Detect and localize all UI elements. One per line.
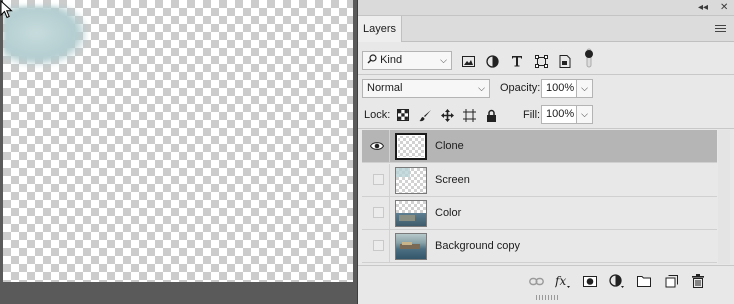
hidden-visibility-box — [373, 240, 384, 251]
panel-tab-bar: Layers — [358, 16, 734, 42]
blend-mode-value: Normal — [367, 82, 403, 94]
blend-mode-select[interactable]: Normal ⌵ — [362, 79, 490, 98]
arrow-cursor-icon — [0, 0, 13, 19]
create-new-layer-icon[interactable] — [663, 273, 679, 289]
layer-thumbnail[interactable] — [395, 133, 427, 160]
chevron-down-icon: ⌵ — [440, 55, 447, 65]
divider — [358, 74, 734, 75]
delete-layer-icon[interactable] — [690, 273, 706, 289]
layers-footer-toolbar: fx — [358, 265, 734, 294]
lock-image-pixels-icon[interactable] — [417, 107, 433, 123]
close-panel-icon[interactable]: ✕ — [720, 1, 728, 15]
layer-thumbnail[interactable] — [395, 233, 427, 260]
link-layers-icon[interactable] — [528, 273, 544, 289]
divider — [358, 128, 734, 129]
layers-panel: ◂◂ ✕ Layers Kind ⌵ Normal ⌵ Opacity: 100… — [357, 0, 734, 304]
lock-transparent-pixels-icon[interactable] — [395, 107, 411, 123]
hidden-visibility-box — [373, 174, 384, 185]
layer-thumbnail[interactable] — [395, 167, 427, 194]
eye-icon — [370, 142, 384, 150]
fill-input[interactable]: 100% — [541, 105, 577, 124]
document-canvas[interactable] — [3, 0, 353, 282]
search-icon — [367, 54, 377, 64]
layer-row-screen[interactable]: Screen — [362, 164, 717, 197]
shape-filter-icon[interactable] — [533, 53, 549, 69]
layer-name[interactable]: Screen — [435, 164, 470, 197]
lock-all-icon[interactable] — [483, 107, 499, 123]
layer-row-clone[interactable]: Clone — [362, 130, 717, 163]
fill-label: Fill: — [523, 109, 541, 121]
visibility-toggle[interactable] — [364, 130, 390, 162]
layer-name[interactable]: Background copy — [435, 230, 520, 263]
chevron-down-icon: ⌵ — [478, 83, 485, 93]
add-layer-style-icon[interactable]: fx — [555, 273, 571, 289]
smart-object-filter-icon[interactable] — [557, 53, 573, 69]
fill-dropdown-icon[interactable]: ⌵ — [577, 105, 593, 124]
layer-row-background-copy[interactable]: Background copy — [362, 230, 717, 263]
add-layer-mask-icon[interactable] — [582, 273, 598, 289]
layers-scrollbar-track[interactable] — [718, 130, 730, 264]
tab-layers[interactable]: Layers — [358, 16, 402, 42]
opacity-label: Opacity: — [500, 82, 541, 94]
cloud-image-fragment — [3, 6, 87, 66]
panel-resize-grip[interactable] — [536, 295, 558, 300]
create-adjustment-layer-icon[interactable] — [609, 273, 625, 289]
blend-row: Normal ⌵ Opacity: 100% ⌵ — [358, 78, 734, 100]
lock-artboard-icon[interactable] — [461, 107, 477, 123]
filter-toggle-icon[interactable] — [581, 48, 597, 68]
lock-position-icon[interactable] — [439, 107, 455, 123]
opacity-input[interactable]: 100% — [541, 79, 577, 98]
layer-row-color[interactable]: Color — [362, 197, 717, 230]
hidden-visibility-box — [373, 207, 384, 218]
visibility-toggle[interactable] — [364, 197, 390, 229]
filter-kind-label: Kind — [380, 54, 403, 66]
filter-row: Kind ⌵ — [358, 48, 734, 72]
collapse-panel-icon[interactable]: ◂◂ — [698, 1, 708, 15]
svg-text:fx: fx — [555, 274, 566, 288]
lock-row: Lock: Fill: 100% ⌵ — [358, 104, 734, 126]
adjustment-filter-icon[interactable] — [484, 53, 500, 69]
type-filter-icon[interactable] — [509, 53, 525, 69]
filter-kind-select[interactable]: Kind ⌵ — [362, 51, 452, 70]
visibility-toggle[interactable] — [364, 230, 390, 262]
layer-thumbnail[interactable] — [395, 200, 427, 227]
layer-name[interactable]: Clone — [435, 130, 464, 163]
panel-menu-icon[interactable] — [715, 25, 726, 33]
layer-name[interactable]: Color — [435, 197, 461, 230]
image-filter-icon[interactable] — [460, 53, 476, 69]
visibility-toggle[interactable] — [364, 164, 390, 196]
opacity-dropdown-icon[interactable]: ⌵ — [577, 79, 593, 98]
panel-title-bar: ◂◂ ✕ — [358, 0, 734, 16]
lock-label: Lock: — [364, 109, 391, 121]
create-group-folder-icon[interactable] — [636, 273, 652, 289]
document-canvas-area[interactable] — [0, 0, 357, 304]
